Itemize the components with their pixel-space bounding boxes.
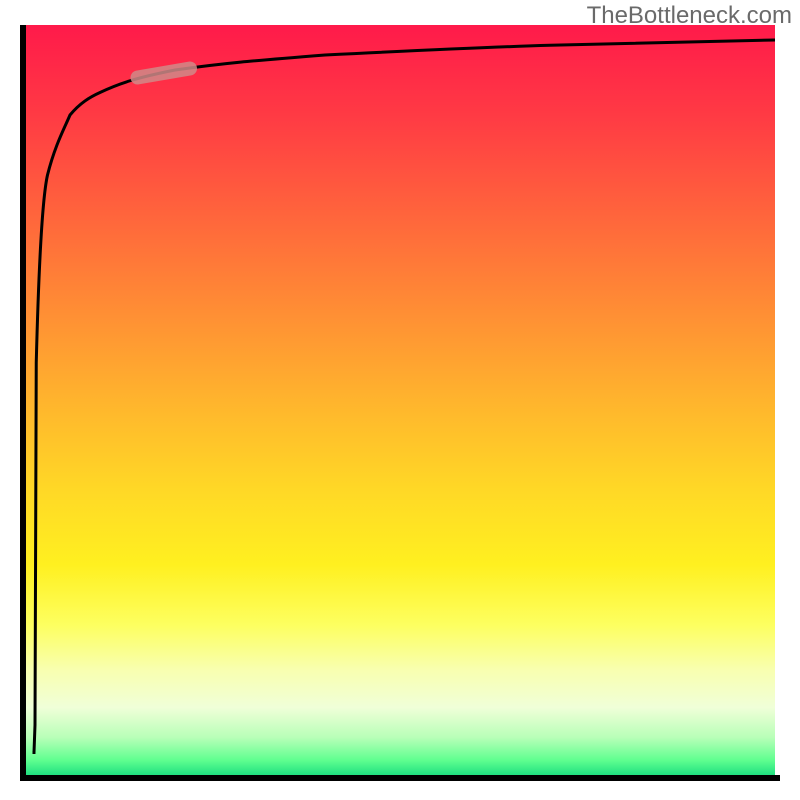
watermark-text: TheBottleneck.com xyxy=(587,2,792,30)
curve-main xyxy=(36,40,775,363)
x-axis xyxy=(20,775,780,781)
chart-container: TheBottleneck.com xyxy=(0,0,800,800)
curve-initial-dip xyxy=(33,363,37,753)
curve-highlight-segment xyxy=(138,69,191,78)
chart-svg xyxy=(25,25,775,775)
